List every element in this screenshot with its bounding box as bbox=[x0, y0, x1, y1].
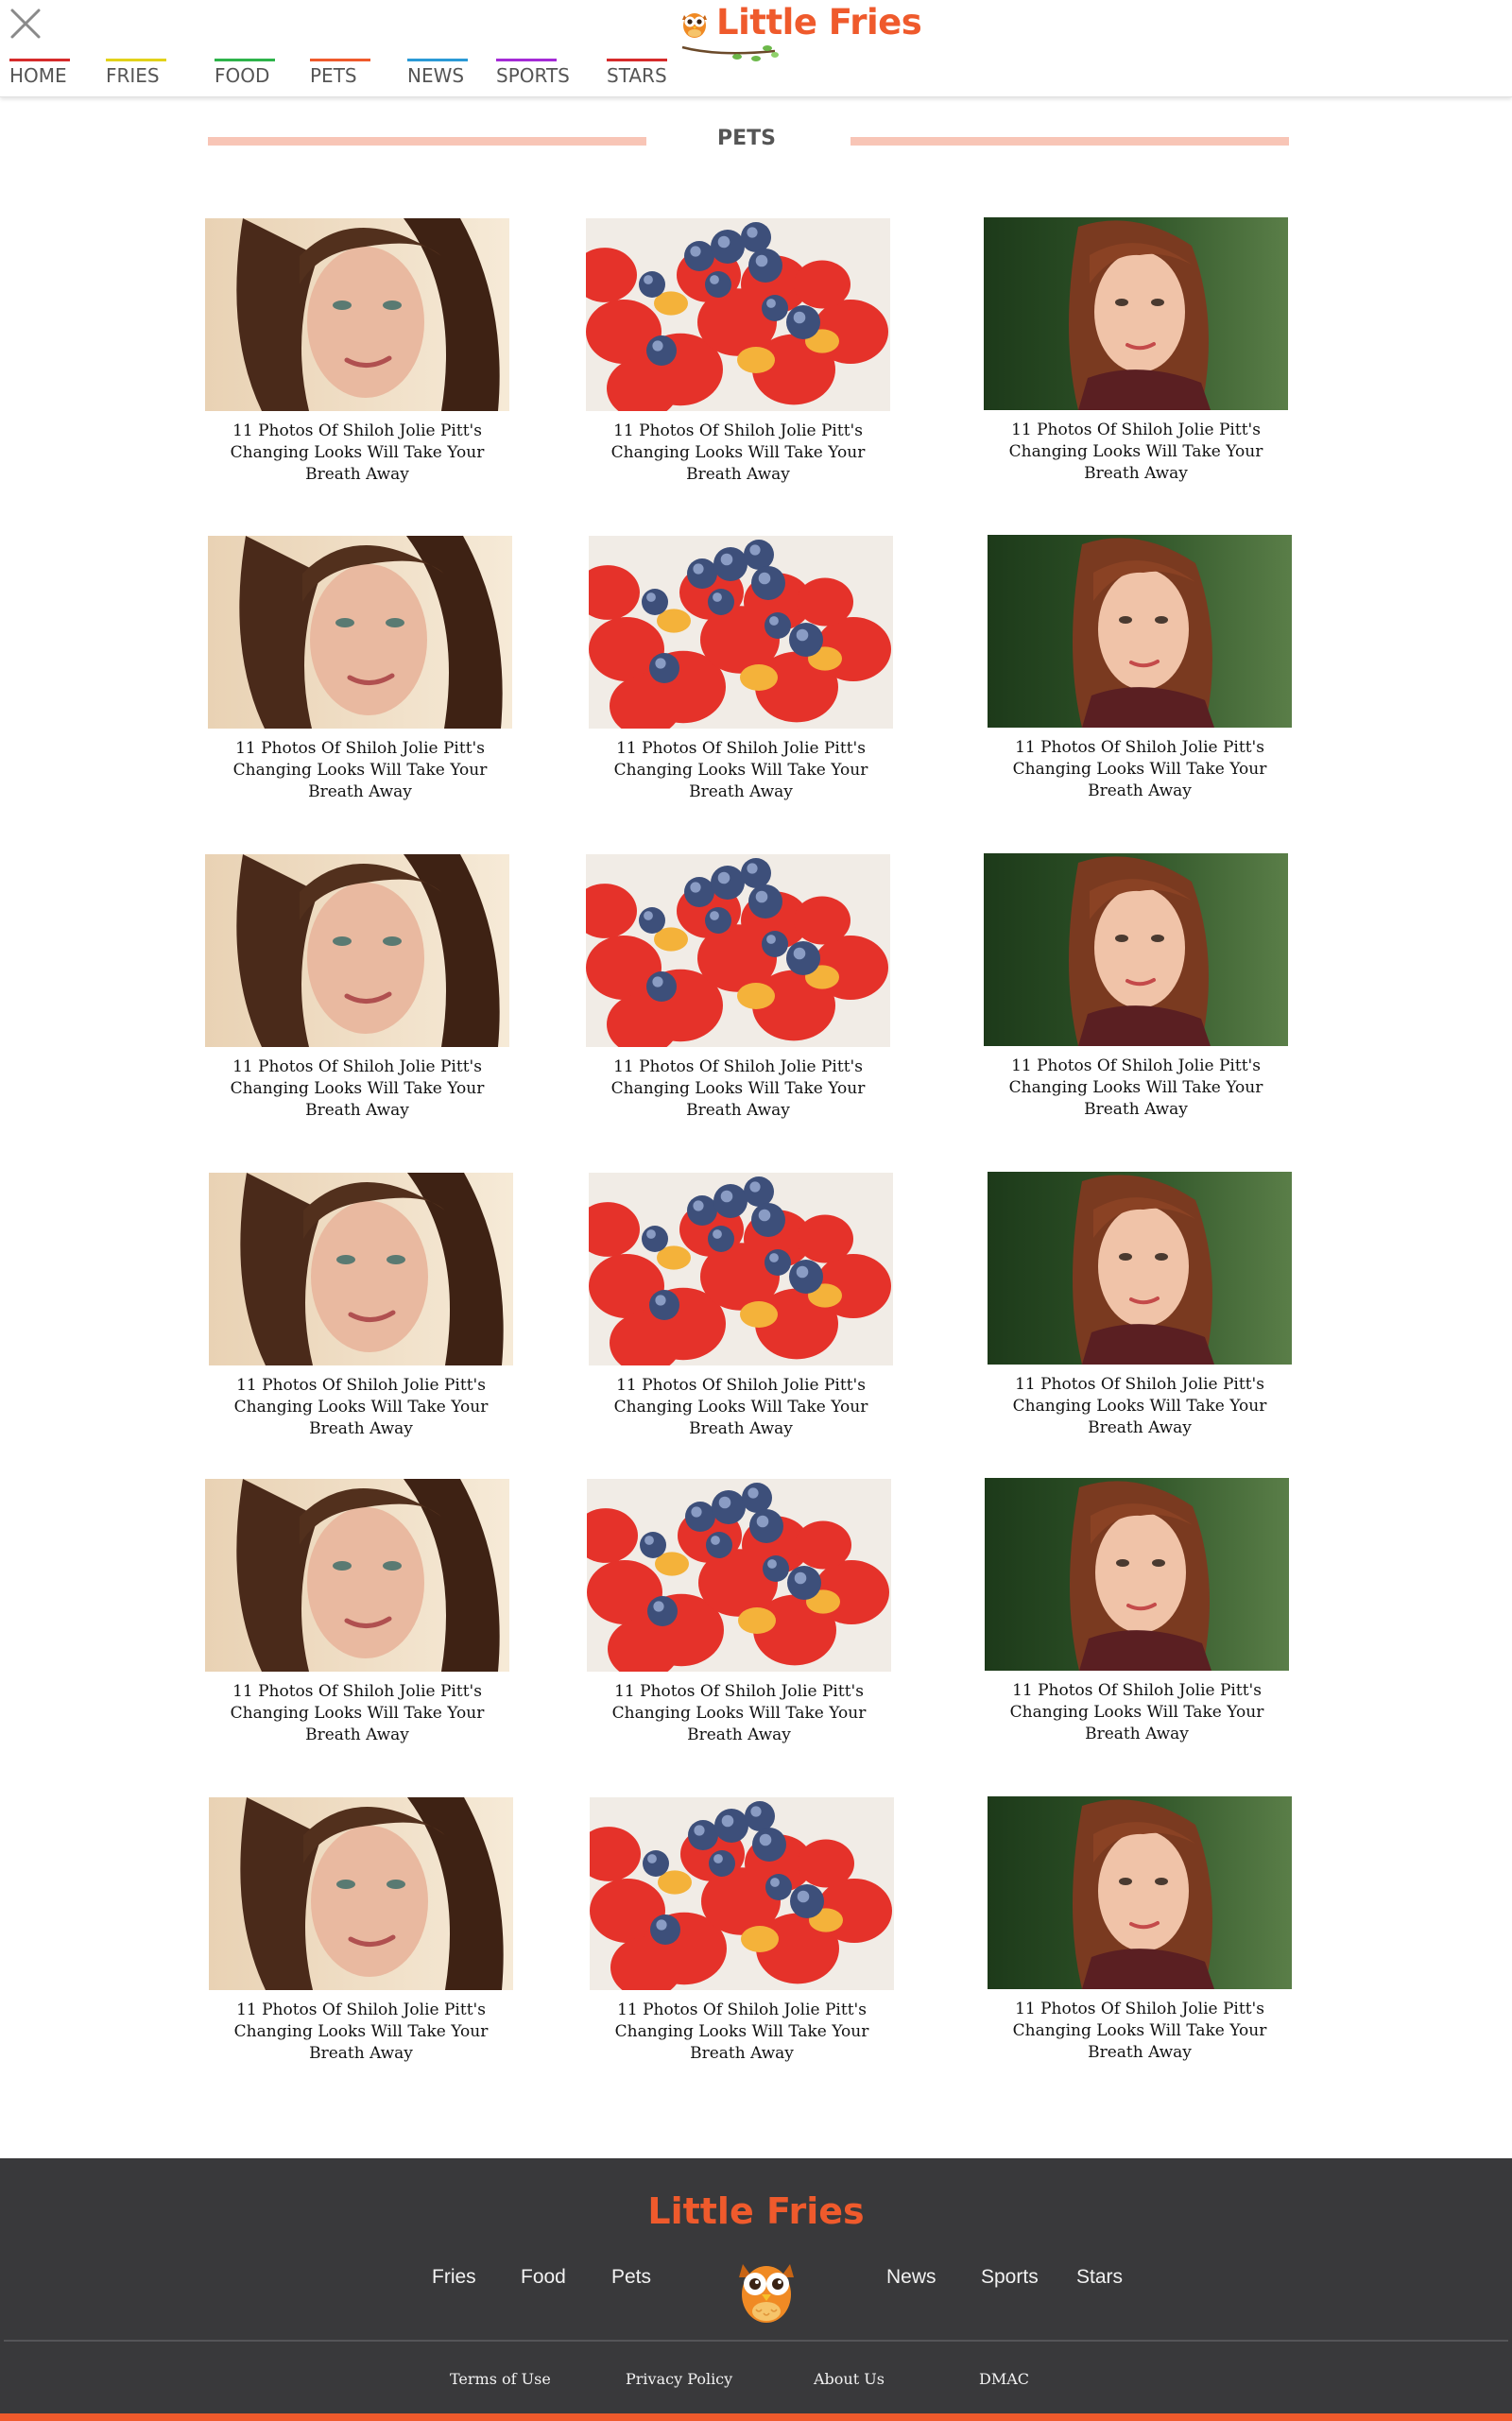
footer-link-fries[interactable]: Fries bbox=[432, 2266, 476, 2289]
logo-text: Little Fries bbox=[716, 2, 922, 43]
main-nav: HOME FRIES FOOD PETS NEWS SPORTS STARS bbox=[0, 55, 718, 93]
article-thumbnail[interactable] bbox=[590, 1797, 894, 1990]
article-thumbnail[interactable] bbox=[209, 1797, 513, 1990]
article-card[interactable]: 11 Photos Of Shiloh Jolie Pitt's Changin… bbox=[209, 1173, 513, 1440]
article-title[interactable]: 11 Photos Of Shiloh Jolie Pitt's Changin… bbox=[209, 2000, 513, 2065]
article-title[interactable]: 11 Photos Of Shiloh Jolie Pitt's Changin… bbox=[208, 738, 512, 803]
article-thumbnail[interactable] bbox=[205, 218, 509, 411]
article-title[interactable]: 11 Photos Of Shiloh Jolie Pitt's Changin… bbox=[205, 1056, 509, 1122]
article-thumbnail[interactable] bbox=[985, 1478, 1289, 1671]
article-title[interactable]: 11 Photos Of Shiloh Jolie Pitt's Changin… bbox=[205, 1681, 509, 1746]
article-thumbnail[interactable] bbox=[208, 536, 512, 729]
article-title[interactable]: 11 Photos Of Shiloh Jolie Pitt's Changin… bbox=[586, 1056, 890, 1122]
footer-accent-bar bbox=[0, 2413, 1512, 2421]
article-card[interactable]: 11 Photos Of Shiloh Jolie Pitt's Changin… bbox=[988, 1172, 1292, 1439]
article-title[interactable]: 11 Photos Of Shiloh Jolie Pitt's Changin… bbox=[586, 421, 890, 486]
article-thumbnail[interactable] bbox=[984, 853, 1288, 1046]
article-title[interactable]: 11 Photos Of Shiloh Jolie Pitt's Changin… bbox=[988, 1374, 1292, 1439]
article-thumbnail[interactable] bbox=[988, 1796, 1292, 1989]
article-title[interactable]: 11 Photos Of Shiloh Jolie Pitt's Changin… bbox=[209, 1375, 513, 1440]
article-card[interactable]: 11 Photos Of Shiloh Jolie Pitt's Changin… bbox=[985, 1478, 1289, 1745]
article-thumbnail[interactable] bbox=[209, 1173, 513, 1365]
nav-label: FOOD bbox=[215, 64, 270, 87]
article-card[interactable]: 11 Photos Of Shiloh Jolie Pitt's Changin… bbox=[208, 536, 512, 803]
article-thumbnail[interactable] bbox=[205, 1479, 509, 1672]
article-card[interactable]: 11 Photos Of Shiloh Jolie Pitt's Changin… bbox=[587, 1479, 891, 1746]
article-thumbnail[interactable] bbox=[589, 536, 893, 729]
nav-label: HOME bbox=[9, 64, 67, 87]
footer-link-pets[interactable]: Pets bbox=[611, 2266, 651, 2289]
footer-about-link[interactable]: About Us bbox=[814, 2370, 885, 2388]
article-title[interactable]: 11 Photos Of Shiloh Jolie Pitt's Changin… bbox=[589, 738, 893, 803]
article-card[interactable]: 11 Photos Of Shiloh Jolie Pitt's Changin… bbox=[586, 218, 890, 486]
article-title[interactable]: 11 Photos Of Shiloh Jolie Pitt's Changin… bbox=[984, 1056, 1288, 1121]
article-card[interactable]: 11 Photos Of Shiloh Jolie Pitt's Changin… bbox=[589, 536, 893, 803]
article-card[interactable]: 11 Photos Of Shiloh Jolie Pitt's Changin… bbox=[205, 1479, 509, 1746]
article-thumbnail[interactable] bbox=[586, 218, 890, 411]
article-card[interactable]: 11 Photos Of Shiloh Jolie Pitt's Changin… bbox=[586, 854, 890, 1122]
owl-mascot-icon bbox=[739, 2264, 794, 2323]
footer-terms-link[interactable]: Terms of Use bbox=[450, 2370, 551, 2388]
nav-label: PETS bbox=[310, 64, 357, 87]
article-title[interactable]: 11 Photos Of Shiloh Jolie Pitt's Changin… bbox=[589, 1375, 893, 1440]
footer-dmac-link[interactable]: DMAC bbox=[979, 2370, 1029, 2388]
nav-label: STARS bbox=[607, 64, 667, 87]
article-card[interactable]: 11 Photos Of Shiloh Jolie Pitt's Changin… bbox=[984, 217, 1288, 485]
section-divider-right bbox=[850, 137, 1289, 146]
article-title[interactable]: 11 Photos Of Shiloh Jolie Pitt's Changin… bbox=[988, 737, 1292, 802]
article-thumbnail[interactable] bbox=[205, 854, 509, 1047]
article-card[interactable]: 11 Photos Of Shiloh Jolie Pitt's Changin… bbox=[988, 1796, 1292, 2064]
footer-divider bbox=[4, 2340, 1508, 2342]
site-logo[interactable]: Little Fries bbox=[679, 2, 922, 61]
nav-label: FRIES bbox=[106, 64, 160, 87]
nav-label: SPORTS bbox=[496, 64, 570, 87]
article-card[interactable]: 11 Photos Of Shiloh Jolie Pitt's Changin… bbox=[590, 1797, 894, 2065]
section-divider-left bbox=[208, 137, 646, 146]
article-thumbnail[interactable] bbox=[984, 217, 1288, 410]
article-title[interactable]: 11 Photos Of Shiloh Jolie Pitt's Changin… bbox=[587, 1681, 891, 1746]
footer-logo[interactable]: Little Fries bbox=[0, 2190, 1512, 2232]
article-title[interactable]: 11 Photos Of Shiloh Jolie Pitt's Changin… bbox=[590, 2000, 894, 2065]
footer-link-food[interactable]: Food bbox=[521, 2266, 566, 2289]
article-card[interactable]: 11 Photos Of Shiloh Jolie Pitt's Changin… bbox=[988, 535, 1292, 802]
article-card[interactable]: 11 Photos Of Shiloh Jolie Pitt's Changin… bbox=[205, 854, 509, 1122]
article-thumbnail[interactable] bbox=[587, 1479, 891, 1672]
article-card[interactable]: 11 Photos Of Shiloh Jolie Pitt's Changin… bbox=[589, 1173, 893, 1440]
nav-label: NEWS bbox=[407, 64, 465, 87]
article-thumbnail[interactable] bbox=[586, 854, 890, 1047]
article-card[interactable]: 11 Photos Of Shiloh Jolie Pitt's Changin… bbox=[209, 1797, 513, 2065]
article-card[interactable]: 11 Photos Of Shiloh Jolie Pitt's Changin… bbox=[984, 853, 1288, 1121]
owl-logo-icon bbox=[682, 13, 707, 38]
article-title[interactable]: 11 Photos Of Shiloh Jolie Pitt's Changin… bbox=[985, 1680, 1289, 1745]
site-header: Little Fries HOME FRIES FOOD PETS NEWS S… bbox=[0, 0, 1512, 97]
section-title: PETS bbox=[716, 127, 776, 150]
article-thumbnail[interactable] bbox=[589, 1173, 893, 1365]
footer-link-stars[interactable]: Stars bbox=[1076, 2266, 1123, 2289]
article-card[interactable]: 11 Photos Of Shiloh Jolie Pitt's Changin… bbox=[205, 218, 509, 486]
article-title[interactable]: 11 Photos Of Shiloh Jolie Pitt's Changin… bbox=[205, 421, 509, 486]
article-title[interactable]: 11 Photos Of Shiloh Jolie Pitt's Changin… bbox=[984, 420, 1288, 485]
site-footer: Little Fries Fries Food Pets News Sports… bbox=[0, 2158, 1512, 2421]
article-thumbnail[interactable] bbox=[988, 1172, 1292, 1365]
footer-link-sports[interactable]: Sports bbox=[981, 2266, 1039, 2289]
footer-link-news[interactable]: News bbox=[886, 2266, 936, 2289]
article-title[interactable]: 11 Photos Of Shiloh Jolie Pitt's Changin… bbox=[988, 1999, 1292, 2064]
article-thumbnail[interactable] bbox=[988, 535, 1292, 728]
close-icon[interactable] bbox=[9, 7, 43, 41]
footer-privacy-link[interactable]: Privacy Policy bbox=[626, 2370, 732, 2388]
